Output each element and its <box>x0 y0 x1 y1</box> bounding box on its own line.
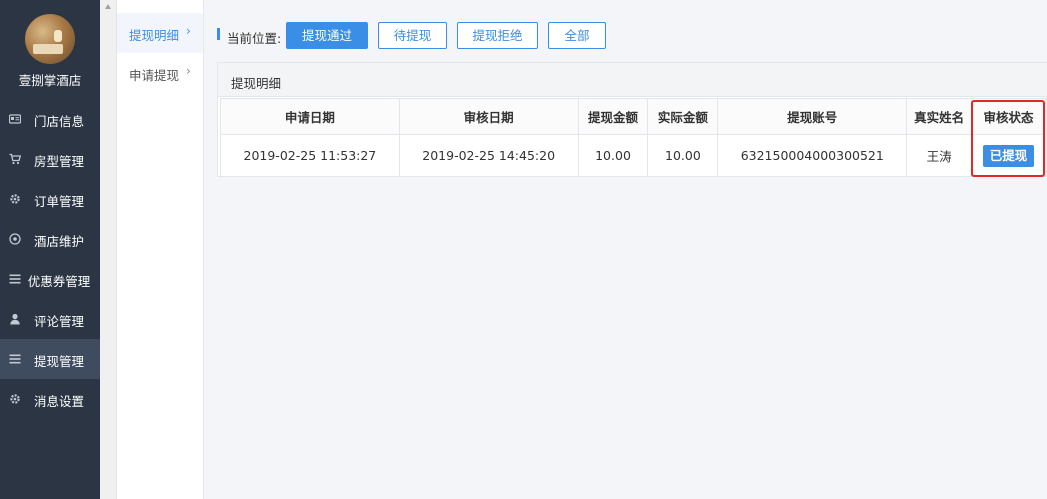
sidebar-item-label: 门店信息 <box>33 114 84 129</box>
sidebar-item-label: 优惠券管理 <box>27 274 91 289</box>
sidebar: 壹捌掌酒店 门店信息 房型管理 订单管理 酒店维护 优惠券管理 评论管理 提现管… <box>0 0 100 499</box>
column-header[interactable]: 申请日期 <box>220 98 400 135</box>
hotel-name: 壹捌掌酒店 <box>18 73 82 88</box>
list-icon <box>9 273 21 285</box>
avatar-lamp <box>54 30 62 42</box>
gear-icon <box>9 193 21 205</box>
submenu-item-apply-withdraw[interactable]: 申请提现 › <box>117 53 203 93</box>
sidebar-item-store-info[interactable]: 门店信息 <box>0 99 100 139</box>
gear-icon <box>9 393 21 405</box>
submenu-item-label: 提现明细 <box>129 28 180 43</box>
cart-icon <box>9 153 21 165</box>
submenu-item-label: 申请提现 <box>129 68 180 83</box>
sidebar-item-message-settings[interactable]: 消息设置 <box>0 379 100 419</box>
panel-title: 提现明细 <box>231 76 282 91</box>
filter-pending-button[interactable]: 待提现 <box>378 22 447 49</box>
sidebar-item-hotel-maintenance[interactable]: 酒店维护 <box>0 219 100 259</box>
apply-date-cell: 2019-02-25 11:53:27 <box>220 134 400 177</box>
sidebar-item-label: 订单管理 <box>33 194 84 209</box>
breadcrumb: 当前位置: <box>227 31 282 46</box>
sidebar-item-orders[interactable]: 订单管理 <box>0 179 100 219</box>
chevron-right-icon: › <box>186 64 191 78</box>
actual-amount-cell: 10.00 <box>647 134 719 177</box>
sidebar-item-label: 评论管理 <box>33 314 84 329</box>
filter-approved-button[interactable]: 提现通过 <box>286 22 368 49</box>
account-cell: 632150004000300521 <box>717 134 908 177</box>
sidebar-item-room-types[interactable]: 房型管理 <box>0 139 100 179</box>
column-header[interactable]: 真实姓名 <box>906 98 973 135</box>
sidebar-item-withdrawals[interactable]: 提现管理 <box>0 339 100 379</box>
sidebar-item-reviews[interactable]: 评论管理 <box>0 299 100 339</box>
sidebar-item-coupons[interactable]: 优惠券管理 <box>0 259 100 299</box>
sidebar-item-label: 酒店维护 <box>33 234 84 249</box>
hotel-avatar[interactable] <box>25 14 75 64</box>
panel-header: 提现明细 <box>218 63 1047 97</box>
status-badge[interactable]: 已提现 <box>982 144 1035 167</box>
chevron-right-icon: › <box>186 24 191 38</box>
column-header[interactable]: 实际金额 <box>647 98 719 135</box>
id-card-icon <box>9 113 21 125</box>
column-header[interactable]: 提现金额 <box>577 98 649 135</box>
name-cell: 王涛 <box>906 134 973 177</box>
column-header[interactable]: 审核日期 <box>398 98 579 135</box>
sidebar-item-label: 消息设置 <box>33 394 84 409</box>
user-icon <box>9 313 21 325</box>
sidebar-item-label: 房型管理 <box>33 154 84 169</box>
filter-rejected-button[interactable]: 提现拒绝 <box>457 22 538 49</box>
list-icon <box>9 353 21 365</box>
avatar-bed <box>33 44 63 54</box>
scroll-up-arrow-icon[interactable] <box>105 4 111 9</box>
review-date-cell: 2019-02-25 14:45:20 <box>398 134 579 177</box>
compass-icon <box>9 233 21 245</box>
submenu: 提现明细 › 申请提现 › <box>117 0 204 499</box>
column-header[interactable]: 审核状态 <box>971 98 1046 135</box>
scrollbar[interactable] <box>100 0 117 499</box>
withdraw-panel: 提现明细 申请日期 审核日期 提现金额 实际金额 提现账号 真实姓名 审核状态 <box>217 62 1047 177</box>
amount-cell: 10.00 <box>577 134 649 177</box>
sidebar-item-label: 提现管理 <box>33 354 84 369</box>
withdraw-table: 申请日期 审核日期 提现金额 实际金额 提现账号 真实姓名 审核状态 2019-… <box>220 98 1046 177</box>
status-cell: 已提现 <box>971 134 1046 177</box>
table-row[interactable]: 2019-02-25 11:53:27 2019-02-25 14:45:20 … <box>220 134 1046 177</box>
column-header[interactable]: 提现账号 <box>717 98 908 135</box>
breadcrumb-marker <box>217 28 220 40</box>
submenu-item-withdraw-details[interactable]: 提现明细 › <box>117 13 203 53</box>
table-header-row: 申请日期 审核日期 提现金额 实际金额 提现账号 真实姓名 审核状态 <box>220 98 1046 135</box>
filter-all-button[interactable]: 全部 <box>548 22 606 49</box>
